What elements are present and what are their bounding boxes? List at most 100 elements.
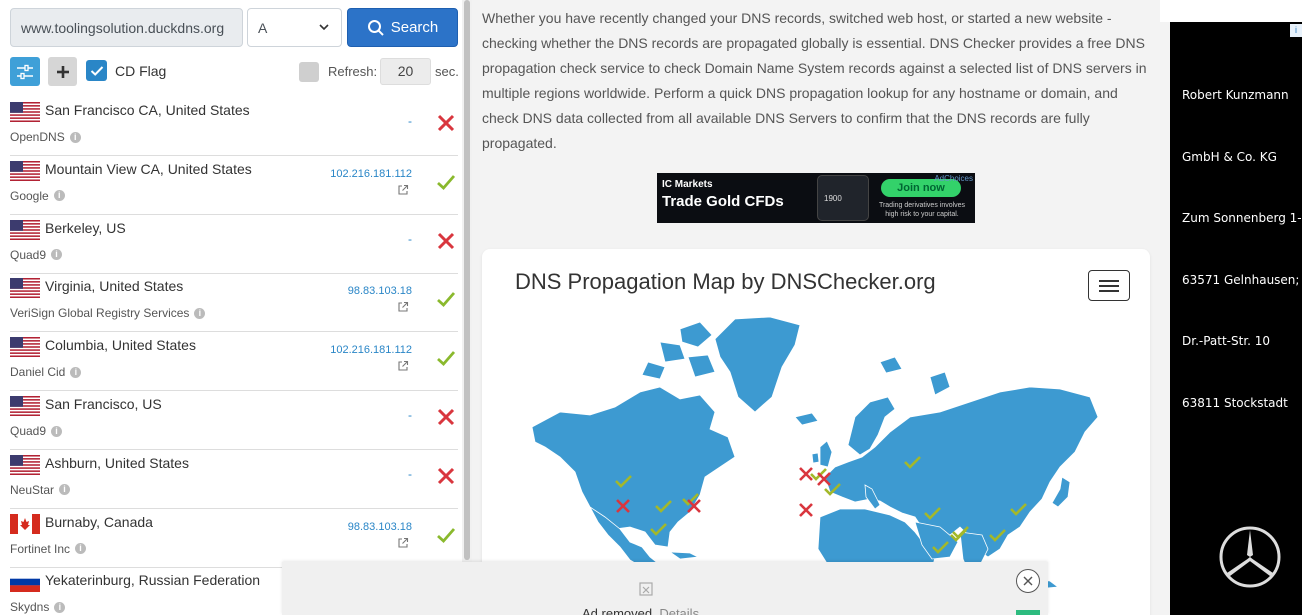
plus-icon	[56, 65, 69, 78]
result-ip[interactable]: 98.83.103.18	[348, 521, 412, 533]
server-location: Yekaterinburg, Russian Federation	[45, 572, 261, 589]
propagation-map-card: DNS Propagation Map by DNSChecker.org	[482, 249, 1150, 615]
country-flag-icon	[10, 396, 40, 416]
refresh-seconds-input[interactable]: 20	[380, 58, 431, 85]
hamburger-icon	[1099, 279, 1119, 282]
record-type-value: A	[258, 20, 268, 36]
search-button[interactable]: Search	[347, 8, 458, 47]
refresh-unit-label: sec.	[435, 64, 459, 79]
ad-address-line: Zum Sonnenberg 1-	[1182, 211, 1302, 225]
server-row: Berkeley, US Quad9 i -	[10, 215, 458, 274]
add-server-button[interactable]	[48, 57, 77, 86]
ad-disclaimer: Trading derivatives involves high risk t…	[878, 202, 966, 218]
provider-name: NeuStar	[10, 482, 55, 497]
provider-name: Daniel Cid	[10, 365, 66, 380]
server-provider: Quad9 i	[10, 424, 63, 438]
map-menu-button[interactable]	[1088, 270, 1130, 301]
external-link-icon[interactable]	[397, 301, 409, 313]
map-title: DNS Propagation Map by DNSChecker.org	[515, 269, 936, 294]
check-icon	[437, 351, 456, 367]
provider-name: Quad9	[10, 247, 47, 262]
right-top-strip	[1160, 0, 1302, 22]
mercedes-star-logo	[1219, 526, 1281, 588]
settings-button[interactable]	[10, 57, 40, 86]
server-location: Berkeley, US	[45, 219, 126, 236]
domain-input[interactable]: www.toolingsolution.duckdns.org	[10, 8, 243, 47]
external-link-icon[interactable]	[397, 537, 409, 549]
check-icon	[437, 527, 456, 543]
ad-address-line: 63811 Stockstadt	[1182, 395, 1288, 410]
info-icon[interactable]: i	[59, 484, 71, 496]
result-ip[interactable]: 102.216.181.112	[330, 344, 412, 356]
server-provider: VeriSign Global Registry Services i	[10, 306, 206, 321]
info-icon[interactable]: i	[194, 307, 206, 319]
scrollbar[interactable]	[462, 0, 472, 615]
server-row: Ashburn, United States NeuStar i -	[10, 450, 458, 509]
server-provider: Quad9 i	[10, 247, 63, 262]
external-link-icon[interactable]	[397, 184, 409, 196]
country-flag-icon	[10, 337, 40, 358]
provider-name: VeriSign Global Registry Services	[10, 306, 190, 321]
ad-info-icon[interactable]: i	[1290, 24, 1302, 37]
info-icon[interactable]: i	[75, 543, 87, 555]
server-provider: OpenDNS i	[10, 130, 81, 144]
server-row: Burnaby, Canada Fortinet Inc i 98.83.103.18	[10, 509, 458, 568]
info-icon[interactable]: i	[69, 131, 81, 143]
server-provider: NeuStar i	[10, 482, 71, 497]
ad-details-link[interactable]: Details	[659, 606, 699, 615]
chevron-down-icon	[319, 24, 329, 31]
result-ip[interactable]: 102.216.181.112	[330, 168, 412, 180]
map-cross-marker[interactable]	[799, 503, 813, 517]
scrollbar-thumb[interactable]	[464, 0, 470, 560]
ad-phone-image: 1900	[817, 175, 869, 221]
refresh-checkbox[interactable]	[299, 62, 319, 82]
close-icon	[1023, 576, 1033, 586]
result-value: -	[408, 408, 412, 422]
ad-removed-bar: Ad removed. Details	[282, 562, 1048, 615]
country-flag-icon	[10, 278, 40, 299]
provider-name: Google	[10, 188, 49, 203]
side-ad[interactable]: i Robert Kunzmann GmbH & Co. KG Zum Sonn…	[1170, 22, 1302, 615]
intro-paragraph: Whether you have recently changed your D…	[482, 10, 1147, 151]
info-icon[interactable]: i	[53, 190, 65, 202]
server-location: Virginia, United States	[45, 278, 184, 295]
ad-price: 1900	[824, 194, 842, 203]
info-icon[interactable]: i	[70, 366, 82, 378]
search-icon	[367, 19, 384, 36]
provider-name: Fortinet Inc	[10, 541, 71, 556]
refresh-label: Refresh:	[328, 64, 378, 79]
info-icon[interactable]: i	[54, 601, 66, 613]
cd-flag-checkbox[interactable]	[86, 60, 107, 81]
search-button-label: Search	[390, 19, 439, 36]
adchoices-label[interactable]: AdChoices	[934, 174, 973, 183]
provider-name: Skydns	[10, 600, 50, 615]
server-location: Burnaby, Canada	[45, 513, 153, 530]
server-location: Mountain View CA, United States	[45, 160, 252, 177]
ad-green-badge	[1016, 610, 1040, 615]
cross-icon	[437, 232, 455, 249]
server-row: San Francisco, US Quad9 i -	[10, 391, 458, 450]
info-icon[interactable]: i	[51, 425, 63, 437]
external-link-icon[interactable]	[397, 360, 409, 372]
ad-placeholder-icon	[639, 582, 653, 596]
server-location: Ashburn, United States	[45, 454, 189, 471]
check-icon	[437, 292, 456, 308]
country-flag-icon	[10, 102, 40, 122]
server-location: San Francisco, US	[45, 396, 162, 412]
map-cross-marker[interactable]	[799, 467, 813, 481]
close-ad-button[interactable]	[1016, 569, 1040, 593]
ad-address-line: Robert Kunzmann	[1182, 88, 1289, 102]
server-row: San Francisco CA, United States OpenDNS i -	[10, 97, 458, 156]
ad-removed-text: Ad removed. Details	[582, 606, 699, 615]
ad-address-line: GmbH & Co. KG	[1182, 149, 1277, 164]
cd-flag-label: CD Flag	[115, 63, 167, 79]
server-location: Columbia, United States	[45, 337, 196, 354]
banner-ad[interactable]: IC Markets Trade Gold CFDs 1900 Join now…	[657, 173, 975, 223]
record-type-select[interactable]: A	[247, 8, 342, 47]
info-icon[interactable]: i	[51, 249, 63, 261]
result-value: -	[408, 231, 412, 246]
ad-brand: IC Markets	[662, 179, 713, 190]
ad-removed-label: Ad removed.	[582, 606, 656, 615]
country-flag-icon	[10, 513, 40, 534]
result-ip[interactable]: 98.83.103.18	[348, 285, 412, 297]
